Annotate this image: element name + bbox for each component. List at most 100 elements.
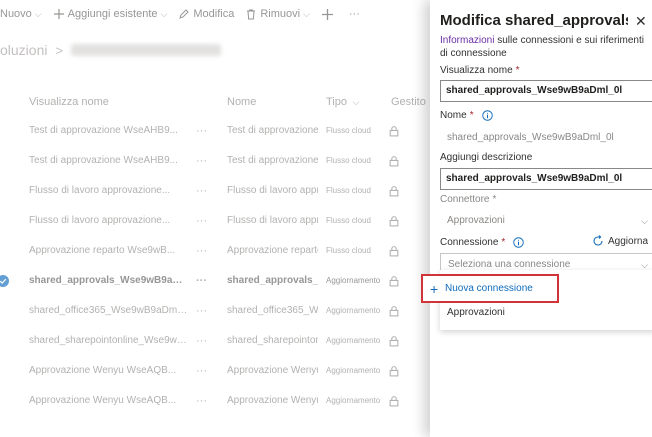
breadcrumb-separator: >: [55, 42, 64, 58]
connection-label-text: Connessione: [440, 237, 499, 248]
row-display-name[interactable]: Flusso di lavoro approvazione...: [29, 176, 189, 206]
refresh-button[interactable]: Aggiorna: [592, 235, 648, 247]
column-type[interactable]: Tipo ⌵: [326, 96, 359, 108]
breadcrumb-root[interactable]: oluzioni: [0, 42, 47, 58]
lock-icon: [389, 366, 399, 377]
chevron-down-icon: ⌵: [160, 8, 168, 19]
new-connection-button[interactable]: + Nuova connessione: [421, 274, 559, 303]
table-row[interactable]: Approvazione reparto Wse9wB... ··· Approva…: [0, 236, 430, 266]
connection-placeholder: Seleziona una connessione: [448, 259, 571, 270]
display-name-field[interactable]: shared_approvals_Wse9wB9aDml_0l: [440, 80, 652, 102]
row-name: Test di approvazione ': [227, 155, 318, 166]
display-name-label: Visualizza nome *: [440, 65, 520, 76]
table-row[interactable]: shared_sharepointonline_Wse9wB9a... ··· sh…: [0, 326, 430, 356]
more-actions-icon[interactable]: ···: [196, 386, 212, 416]
more-button[interactable]: ···: [349, 8, 360, 20]
row-name: Test di approvazione ': [227, 125, 318, 136]
remove-button[interactable]: Rimuovi ⌵: [246, 8, 310, 20]
more-label: ···: [348, 8, 360, 20]
row-display-name[interactable]: Approvazione Wenyu WseAQB...: [29, 356, 189, 386]
add-existing-label: Aggiungi esistente: [67, 8, 158, 20]
breadcrumb-current-redacted: [71, 44, 222, 56]
chevron-down-icon: ⌵: [641, 216, 648, 226]
app-root: Nuovo ⌵ Aggiungi esistente ⌵ Modifica Ri…: [0, 0, 652, 437]
plus-icon: +: [430, 281, 439, 297]
table-row[interactable]: Flusso di lavoro approvazione... ··· Fluss…: [0, 206, 430, 236]
column-display-name[interactable]: Visualizza nome: [29, 96, 109, 108]
required-mark: *: [501, 237, 506, 248]
table-row[interactable]: shared_office365_Wse9wB9aDml_0J ··· shared…: [0, 296, 430, 326]
info-link[interactable]: Informazioni: [440, 35, 494, 46]
description-field[interactable]: shared_approvals_Wse9wB9aDml_0l: [440, 168, 652, 190]
table-row[interactable]: Test di approvazione WseAHB9... ··· Test d…: [0, 116, 430, 146]
lock-icon: [389, 396, 399, 407]
lock-icon: [389, 156, 399, 167]
row-display-name[interactable]: Approvazione Wenyu WseAQB...: [29, 386, 189, 416]
more-actions-icon[interactable]: ···: [196, 236, 212, 266]
panel-title: Modifica shared_approvals_: [440, 12, 628, 29]
solution-view: Nuovo ⌵ Aggiungi esistente ⌵ Modifica Ri…: [0, 0, 430, 437]
chevron-down-icon: ⌵: [350, 97, 360, 107]
table-row[interactable]: Flusso di lavoro approvazione... ··· Fluss…: [0, 176, 430, 206]
add-button[interactable]: [321, 8, 337, 20]
row-display-name[interactable]: Approvazione reparto Wse9wB...: [29, 236, 189, 266]
add-existing-button[interactable]: Aggiungi esistente ⌵: [53, 8, 168, 20]
column-type-label: Tipo: [326, 96, 347, 108]
column-name[interactable]: Nome: [227, 96, 256, 108]
chevron-down-icon: ⌵: [34, 8, 42, 19]
more-actions-icon[interactable]: ···: [196, 356, 212, 386]
new-button[interactable]: Nuovo ⌵: [0, 8, 42, 20]
more-actions-icon[interactable]: ···: [196, 266, 212, 296]
row-display-name[interactable]: shared_approvals_Wse9wB9aDml_0l: [29, 266, 189, 296]
menu-item-approvals[interactable]: Approvazioni: [447, 307, 505, 318]
row-name: Approvazione Wenyu: [227, 395, 318, 406]
more-actions-icon[interactable]: ···: [196, 176, 212, 206]
column-managed[interactable]: Gestito: [391, 96, 426, 108]
row-display-name[interactable]: Test di approvazione WseAHB9...: [29, 116, 189, 146]
row-display-name[interactable]: Test di approvazione WseAHB9...: [29, 146, 189, 176]
connection-label: Connessione *: [440, 237, 525, 248]
row-name: Approvazione Wenyu: [227, 365, 318, 376]
lock-icon: [389, 186, 399, 197]
required-mark: *: [492, 194, 497, 205]
row-type: Flusso cloud: [326, 156, 371, 165]
checkmark-icon[interactable]: [0, 275, 10, 287]
pencil-icon: [179, 9, 190, 19]
close-icon[interactable]: ✕: [635, 13, 647, 30]
lock-icon: [389, 336, 399, 347]
row-display-name[interactable]: shared_office365_Wse9wB9aDml_0J: [29, 296, 189, 326]
info-icon[interactable]: [513, 237, 525, 248]
breadcrumb: oluzioni >: [0, 42, 222, 58]
table-row[interactable]: shared_approvals_Wse9wB9aDml_0l ··· shared…: [0, 266, 430, 296]
lock-icon: [389, 126, 399, 137]
row-name: shared_office365_Wse: [227, 305, 318, 316]
display-name-label-text: Visualizza nome: [440, 65, 513, 76]
row-type: Flusso cloud: [326, 246, 371, 255]
info-icon[interactable]: [481, 110, 493, 121]
row-name: shared_sharepointonl: [227, 335, 318, 346]
required-mark: *: [515, 65, 520, 76]
table-header: Visualizza nome Nome Tipo ⌵ Gestito: [0, 96, 430, 110]
edit-button[interactable]: Modifica: [179, 8, 234, 20]
row-type: Flusso cloud: [326, 216, 371, 225]
more-actions-icon[interactable]: ···: [196, 146, 212, 176]
table-row[interactable]: Test di approvazione WseAHB9... ··· Test d…: [0, 146, 430, 176]
row-name: Flusso di lavoro appro: [227, 185, 318, 196]
more-actions-icon[interactable]: ···: [196, 296, 212, 326]
row-type: Aggiornamento: [326, 276, 380, 285]
new-connection-label: Nuova connessione: [445, 283, 533, 294]
table-row[interactable]: Approvazione Wenyu WseAQB... ··· Approvazi…: [0, 356, 430, 386]
more-actions-icon[interactable]: ···: [196, 206, 212, 236]
row-display-name[interactable]: Flusso di lavoro approvazione...: [29, 206, 189, 236]
name-label-text: Nome: [440, 110, 467, 121]
command-bar: Nuovo ⌵ Aggiungi esistente ⌵ Modifica Ri…: [0, 0, 430, 28]
more-actions-icon[interactable]: ···: [196, 116, 212, 146]
row-display-name[interactable]: shared_sharepointonline_Wse9wB9a...: [29, 326, 189, 356]
trash-icon: [247, 9, 256, 19]
row-type: Flusso cloud: [326, 186, 371, 195]
table-row[interactable]: Approvazione Wenyu WseAQB... ··· Approvazi…: [0, 386, 430, 416]
row-type: Aggiornamento: [326, 396, 380, 405]
more-actions-icon[interactable]: ···: [196, 326, 212, 356]
connector-dropdown: Approvazioni ⌵: [440, 210, 652, 232]
row-name: Flusso di lavoro appro: [227, 215, 318, 226]
